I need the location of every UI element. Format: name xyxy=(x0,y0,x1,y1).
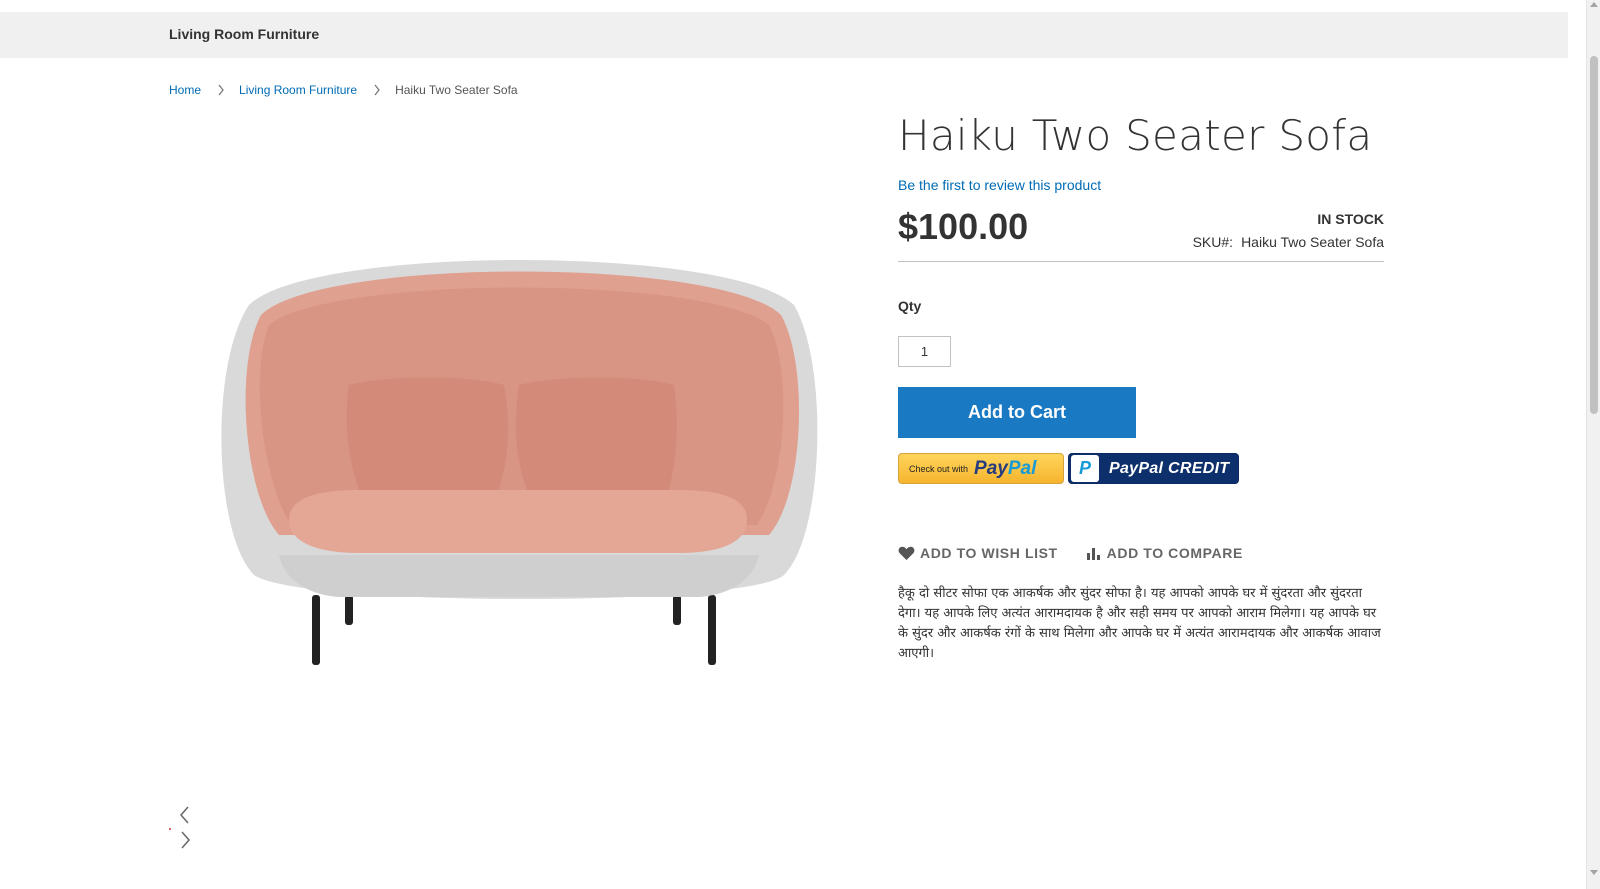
breadcrumb-home[interactable]: Home xyxy=(169,83,201,97)
gallery-prev-button[interactable] xyxy=(176,805,194,825)
gallery-next-button[interactable] xyxy=(176,830,194,850)
product-gallery xyxy=(169,125,859,765)
add-to-cart-button[interactable]: Add to Cart xyxy=(898,387,1136,438)
product-sku: SKU#: Haiku Two Seater Sofa xyxy=(1193,234,1384,250)
product-info: Haiku Two Seater Sofa Be the first to re… xyxy=(898,108,1384,661)
scroll-thumb[interactable] xyxy=(1590,56,1598,414)
heart-icon xyxy=(898,546,915,560)
qty-label: Qty xyxy=(898,298,922,314)
paypal-checkout-label: Check out with xyxy=(909,463,969,474)
divider xyxy=(898,261,1384,262)
paypal-p-icon: P xyxy=(1071,455,1099,482)
chevron-right-icon xyxy=(373,84,381,96)
scroll-up-arrow-icon[interactable] xyxy=(1590,2,1598,7)
paypal-credit-button[interactable]: P PayPal CREDIT xyxy=(1068,453,1239,484)
top-strip xyxy=(0,0,1600,12)
paypal-checkout-button[interactable]: Check out with PayPal xyxy=(898,453,1064,484)
gallery-dot xyxy=(169,828,171,830)
review-link[interactable]: Be the first to review this product xyxy=(898,177,1101,193)
scroll-down-arrow-icon[interactable] xyxy=(1590,870,1598,875)
compare-label: ADD TO COMPARE xyxy=(1106,545,1243,561)
qty-input[interactable] xyxy=(898,336,951,367)
chevron-right-icon xyxy=(217,84,225,96)
add-to-compare-link[interactable]: ADD TO COMPARE xyxy=(1086,545,1243,561)
product-price: $100.00 xyxy=(898,206,1029,247)
wishlist-label: ADD TO WISH LIST xyxy=(920,545,1058,561)
paypal-logo: PayPal xyxy=(974,457,1037,479)
paypal-credit-label: PayPal CREDIT xyxy=(1109,459,1230,477)
bar-chart-icon xyxy=(1086,548,1100,560)
sku-value: Haiku Two Seater Sofa xyxy=(1241,234,1384,250)
sku-label: SKU#: xyxy=(1192,234,1234,250)
product-image[interactable] xyxy=(209,235,829,675)
product-actions: ADD TO WISH LIST ADD TO COMPARE xyxy=(898,545,1271,561)
page-scrollbar[interactable] xyxy=(1586,0,1600,889)
nav-item-living-room-furniture[interactable]: Living Room Furniture xyxy=(169,26,319,42)
add-to-wishlist-link[interactable]: ADD TO WISH LIST xyxy=(898,545,1058,561)
breadcrumb-category[interactable]: Living Room Furniture xyxy=(239,83,357,97)
breadcrumb: Home Living Room Furniture Haiku Two Sea… xyxy=(169,83,518,97)
product-title: Haiku Two Seater Sofa xyxy=(898,111,1373,160)
chevron-right-icon xyxy=(181,831,190,849)
stock-status: IN STOCK xyxy=(1317,211,1384,227)
product-description: हैकू दो सीटर सोफा एक आकर्षक और सुंदर सोफ… xyxy=(898,586,1381,661)
chevron-left-icon xyxy=(180,806,189,824)
category-navbar: Living Room Furniture xyxy=(0,12,1568,58)
breadcrumb-current: Haiku Two Seater Sofa xyxy=(395,83,518,97)
